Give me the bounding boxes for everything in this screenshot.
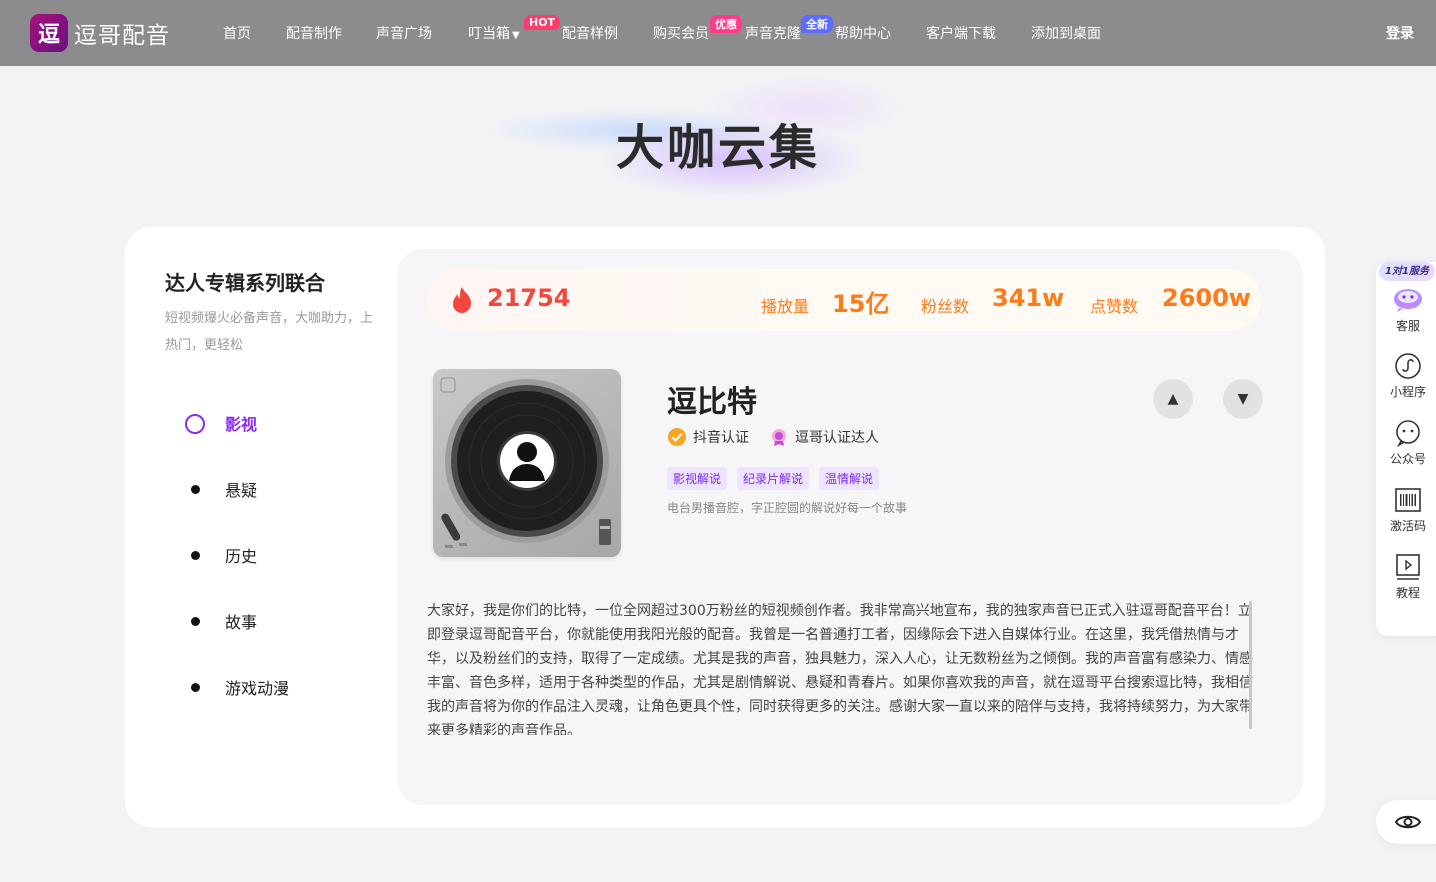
artist-bio: 大家好，我是你们的比特，一位全网超过300万粉丝的短视频创作者。我非常高兴地宣布…	[427, 603, 1253, 735]
main-nav: 首页 配音制作 声音广场 叮当箱 ▼ HOT 配音样例 购买会员 优惠 声音克隆 …	[0, 0, 1436, 66]
triangle-up-icon: ▲	[1167, 391, 1179, 407]
bio-scrollbar[interactable]	[1249, 601, 1252, 729]
sidebar-title: 达人专辑系列联合	[165, 271, 325, 295]
nav-home[interactable]: 首页	[223, 23, 251, 43]
main-card: 达人专辑系列联合 短视频爆火必备声音，大咖助力，上热门，更轻松 影视 悬疑 历史…	[125, 227, 1325, 827]
fire-icon	[453, 287, 471, 313]
tool-tutorial[interactable]: 教程	[1376, 553, 1436, 601]
tag-film-commentary[interactable]: 影视解说	[667, 467, 728, 490]
category-item-story[interactable]: 故事	[185, 609, 289, 675]
category-item-history[interactable]: 历史	[185, 543, 289, 609]
doge-cert: 逗哥认证达人	[769, 427, 879, 447]
bullet-dot-icon	[190, 485, 200, 494]
tutorial-video-icon	[1396, 554, 1420, 580]
nav-toolbox[interactable]: 叮当箱 ▼	[468, 23, 520, 43]
nav-voice-clone-label: 声音克隆	[745, 26, 801, 42]
plays-value: 15亿	[832, 290, 890, 318]
wechat-official-icon	[1396, 420, 1420, 447]
tool-activation-code[interactable]: 激活码	[1376, 486, 1436, 534]
service-badge: 1对1服务	[1379, 262, 1435, 281]
tool-mini-program[interactable]: 小程序	[1376, 352, 1436, 400]
bio-scroll-area[interactable]: 大家好，我是你们的比特，一位全网超过300万粉丝的短视频创作者。我非常高兴地宣布…	[427, 599, 1253, 735]
artist-name: 逗比特	[667, 385, 757, 420]
login-button[interactable]: 登录	[1386, 23, 1414, 43]
artist-panel: 21754 播放量 15亿 粉丝数 341w 点赞数 2600w 逗比特 抖音认…	[397, 249, 1303, 805]
nav-voice-clone[interactable]: 优惠 声音克隆	[710, 15, 801, 43]
tool-official-account[interactable]: 公众号	[1376, 419, 1436, 467]
eye-toggle-button[interactable]	[1376, 800, 1436, 844]
top-header: 逗 逗哥配音 首页 配音制作 声音广场 叮当箱 ▼ HOT 配音样例 购买会员 优…	[0, 0, 1436, 66]
nav-samples[interactable]: HOT 配音样例	[524, 15, 618, 43]
tool-label: 激活码	[1389, 519, 1426, 533]
award-medal-icon	[772, 429, 786, 446]
triangle-down-icon: ▼	[1237, 391, 1249, 407]
nav-samples-label: 配音样例	[562, 26, 618, 42]
nav-help-label: 帮助中心	[835, 26, 891, 42]
category-list: 影视 悬疑 历史 故事 游戏动漫	[185, 411, 289, 741]
category-label: 游戏动漫	[225, 679, 290, 698]
nav-help[interactable]: 全新 帮助中心	[801, 15, 891, 43]
eye-icon	[1394, 815, 1422, 829]
floating-toolbar: 1对1服务 客服 小程序 公众号 激活码 教程	[1376, 262, 1436, 636]
hot-badge: HOT	[524, 15, 561, 30]
nav-add-desktop[interactable]: 添加到桌面	[1031, 23, 1101, 43]
active-ring-icon	[185, 414, 205, 434]
cert-row: 抖音认证 逗哥认证达人	[667, 427, 899, 447]
category-label: 历史	[225, 547, 258, 566]
category-label: 影视	[225, 415, 258, 434]
nav-voice-square[interactable]: 声音广场	[376, 23, 432, 43]
turntable-icon	[440, 377, 611, 548]
tool-label: 教程	[1395, 586, 1420, 600]
artist-desc: 电台男播音腔，字正腔圆的解说好每一个故事	[667, 501, 908, 515]
fans-value: 341w	[992, 284, 1065, 312]
stats-bar: 21754 播放量 15亿 粉丝数 341w 点赞数 2600w	[427, 269, 1261, 331]
tag-warm[interactable]: 温情解说	[819, 467, 880, 490]
nav-dubbing[interactable]: 配音制作	[286, 23, 342, 43]
cert-label: 逗哥认证达人	[795, 430, 879, 446]
plays-label: 播放量	[761, 297, 810, 316]
album-cover[interactable]	[433, 369, 621, 557]
page-title: 大咖云集	[615, 120, 820, 176]
nav-membership[interactable]: 购买会员	[653, 23, 709, 43]
chevron-down-icon: ▼	[512, 30, 520, 41]
likes-value: 2600w	[1162, 284, 1251, 312]
category-item-film[interactable]: 影视	[185, 411, 289, 477]
next-artist-button[interactable]: ▼	[1223, 379, 1263, 419]
heat-value: 21754	[487, 284, 571, 312]
bullet-dot-icon	[190, 551, 200, 560]
barcode-icon	[1395, 488, 1421, 512]
mini-program-icon	[1395, 353, 1421, 379]
category-label: 悬疑	[225, 481, 258, 500]
customer-service-icon	[1394, 289, 1422, 312]
fans-label: 粉丝数	[921, 297, 970, 316]
douyin-cert: 抖音认证	[667, 427, 749, 447]
sale-badge: 优惠	[710, 15, 742, 33]
verified-check-icon	[668, 428, 686, 446]
category-item-suspense[interactable]: 悬疑	[185, 477, 289, 543]
tool-label: 客服	[1395, 319, 1420, 333]
tool-label: 小程序	[1389, 385, 1426, 399]
category-label: 故事	[225, 613, 258, 632]
tag-documentary[interactable]: 纪录片解说	[737, 467, 810, 490]
nav-client-download[interactable]: 客户端下载	[926, 23, 996, 43]
category-item-game-anime[interactable]: 游戏动漫	[185, 675, 289, 741]
bullet-dot-icon	[190, 617, 200, 626]
bullet-dot-icon	[190, 683, 200, 692]
tool-label: 公众号	[1389, 452, 1426, 466]
tool-customer-service[interactable]: 客服	[1376, 284, 1436, 334]
tag-list: 影视解说 纪录片解说 温情解说	[667, 467, 889, 490]
sidebar-desc: 短视频爆火必备声音，大咖助力，上热门，更轻松	[165, 311, 374, 353]
cert-label: 抖音认证	[693, 430, 749, 446]
prev-artist-button[interactable]: ▲	[1153, 379, 1193, 419]
likes-label: 点赞数	[1090, 297, 1139, 316]
nav-toolbox-label: 叮当箱	[468, 26, 510, 42]
new-badge: 全新	[801, 15, 833, 33]
